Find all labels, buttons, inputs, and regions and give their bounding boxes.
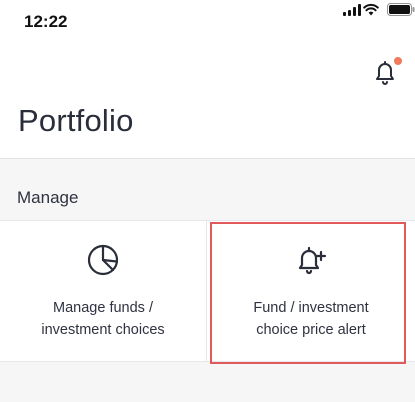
manage-funds-label-line2: investment choices [41, 322, 165, 338]
bell-plus-icon [298, 246, 327, 275]
price-alert-label: Fund / investment choice price alert [218, 297, 404, 341]
price-alert-label-line2: choice price alert [256, 322, 366, 338]
signal-icon [343, 4, 361, 16]
price-alert-tile[interactable]: Fund / investment choice price alert [208, 221, 414, 361]
status-bar: 12:22 [0, 0, 415, 44]
price-alert-label-line1: Fund / investment [253, 300, 369, 316]
notifications-button[interactable] [370, 56, 402, 88]
section-title-manage: Manage [17, 188, 79, 207]
status-time: 12:22 [24, 12, 68, 31]
tile-separator [206, 221, 207, 361]
wifi-icon [363, 3, 379, 16]
pie-chart-icon [87, 244, 119, 276]
page-title: Portfolio [18, 103, 134, 138]
notification-badge [394, 57, 402, 65]
divider [0, 158, 415, 159]
battery-icon [387, 3, 415, 16]
manage-funds-label-line1: Manage funds / [53, 300, 153, 316]
header-area: 12:22 Portfolio [0, 0, 415, 158]
manage-funds-tile[interactable]: Manage funds / investment choices [0, 221, 206, 361]
manage-funds-label: Manage funds / investment choices [10, 297, 196, 341]
manage-tiles: Manage funds / investment choices Fund /… [0, 220, 415, 362]
